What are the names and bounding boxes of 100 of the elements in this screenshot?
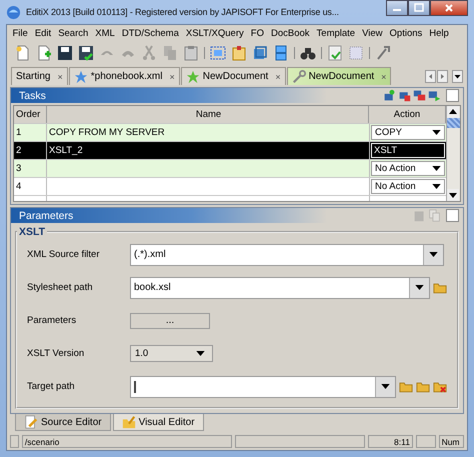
tab-label: *phonebook.xml bbox=[90, 71, 162, 82]
maximize-button[interactable] bbox=[408, 0, 430, 16]
document-tab[interactable]: Starting × bbox=[11, 67, 68, 86]
save-all-icon[interactable] bbox=[78, 45, 94, 62]
target-path-combo[interactable] bbox=[130, 376, 396, 398]
run-task-icon[interactable] bbox=[428, 89, 441, 102]
scroll-right-button[interactable] bbox=[437, 70, 448, 83]
new-file-icon[interactable] bbox=[15, 45, 31, 62]
folder-icon[interactable] bbox=[416, 380, 430, 394]
table-cell: 3 bbox=[14, 160, 47, 178]
action-dropdown[interactable]: No Action bbox=[371, 161, 445, 176]
binoculars-icon[interactable] bbox=[300, 45, 316, 62]
scrollbar[interactable] bbox=[446, 106, 460, 202]
column-header[interactable]: Name bbox=[47, 106, 369, 124]
keyboard-mode: Num bbox=[438, 435, 464, 448]
menu-item[interactable]: XML bbox=[92, 28, 118, 39]
action-field[interactable]: XSLT bbox=[371, 143, 445, 158]
close-button[interactable] bbox=[430, 0, 468, 16]
add-file-icon[interactable] bbox=[36, 45, 52, 62]
tab-close-button[interactable]: × bbox=[275, 72, 281, 82]
check-icon[interactable] bbox=[327, 45, 343, 62]
scroll-down-icon[interactable] bbox=[447, 189, 459, 202]
table-cell: 4 bbox=[14, 178, 47, 196]
table-cell: 2 bbox=[14, 142, 47, 160]
menu-item[interactable]: View bbox=[358, 28, 386, 39]
group-title: XSLT bbox=[18, 226, 46, 238]
field-label: XSLT Version bbox=[27, 348, 86, 360]
field-label: XML Source filter bbox=[27, 249, 101, 260]
wrench-icon bbox=[292, 70, 306, 84]
folder-icon[interactable] bbox=[433, 281, 447, 294]
task-row[interactable]: 1 COPY FROM MY SERVER COPY bbox=[14, 124, 446, 142]
menu-item[interactable]: Search bbox=[54, 28, 92, 39]
tab-label: Starting bbox=[16, 71, 50, 82]
note-icon[interactable] bbox=[231, 45, 247, 62]
menu-item[interactable]: XSLT/XQuery bbox=[182, 28, 248, 39]
table-cell: COPY FROM MY SERVER bbox=[47, 124, 370, 142]
wrench-icon[interactable] bbox=[375, 45, 391, 62]
scroll-left-button[interactable] bbox=[425, 70, 436, 83]
menu-item[interactable]: DTD/Schema bbox=[118, 28, 182, 39]
menu-item[interactable]: FO bbox=[247, 28, 268, 39]
paste-icon[interactable] bbox=[183, 45, 199, 62]
menu-item[interactable]: Help bbox=[426, 28, 452, 39]
maximize-icon bbox=[414, 3, 424, 13]
document-tab[interactable]: *phonebook.xml × bbox=[68, 67, 180, 86]
editor-tab[interactable]: Source Editor bbox=[15, 414, 111, 432]
tab-label: Source Editor bbox=[41, 416, 102, 428]
column-header[interactable]: Order bbox=[14, 106, 47, 124]
status-cell bbox=[416, 435, 436, 448]
version-dropdown[interactable]: 1.0 bbox=[130, 345, 213, 362]
task-row[interactable]: 3 No Action bbox=[14, 160, 446, 178]
menu-item[interactable]: Options bbox=[386, 28, 426, 39]
dropdown-arrow-icon bbox=[415, 285, 424, 290]
add-task-icon[interactable] bbox=[383, 89, 396, 102]
dropdown-arrow-icon bbox=[432, 166, 441, 172]
tab-close-button[interactable]: × bbox=[169, 72, 175, 82]
delete-folder-icon[interactable] bbox=[433, 380, 447, 394]
parameters-button[interactable]: ... bbox=[130, 312, 210, 329]
tab-close-button[interactable]: × bbox=[57, 72, 63, 82]
menu-item[interactable]: DocBook bbox=[267, 28, 314, 39]
table-cell: 1 bbox=[14, 124, 47, 142]
document-tab[interactable]: NewDocument × bbox=[286, 67, 392, 86]
dropdown-arrow-icon bbox=[196, 351, 205, 356]
task-row[interactable]: 4 No Action bbox=[14, 178, 446, 196]
minimize-button[interactable] bbox=[386, 0, 408, 16]
dropdown-arrow-icon bbox=[432, 130, 441, 136]
window-title: EditiX 2013 [Build 010113] - Registered version by JAPISOFT For Enterprise us... bbox=[26, 7, 340, 17]
move-task-icon[interactable] bbox=[413, 89, 426, 102]
maximize-panel-button[interactable] bbox=[446, 209, 459, 222]
tab-label: NewDocument bbox=[308, 71, 374, 82]
stylesheet-path-combo[interactable]: book.xsl bbox=[130, 276, 430, 299]
task-row[interactable]: 2 XSLT_2 XSLT bbox=[14, 142, 446, 160]
folder-icon[interactable] bbox=[399, 380, 413, 394]
panel-title: Tasks bbox=[19, 90, 46, 102]
star-icon bbox=[186, 70, 200, 84]
pencil-page-icon bbox=[24, 415, 38, 430]
tab-list-button[interactable] bbox=[452, 70, 463, 83]
dropdown-arrow-icon bbox=[381, 384, 390, 390]
clipboard-icon[interactable] bbox=[413, 209, 426, 222]
field-label: Parameters bbox=[27, 315, 78, 326]
action-dropdown[interactable]: No Action bbox=[371, 179, 445, 194]
document-tab[interactable]: NewDocument × bbox=[180, 67, 286, 86]
action-dropdown[interactable]: COPY bbox=[371, 125, 445, 140]
window-icon[interactable] bbox=[252, 45, 268, 62]
menu-item[interactable]: Template bbox=[313, 28, 359, 39]
field-label: Target path bbox=[27, 381, 76, 392]
close-icon bbox=[444, 3, 454, 13]
tab-close-button[interactable]: × bbox=[381, 72, 386, 82]
save-icon[interactable] bbox=[57, 45, 73, 62]
selection-icon[interactable] bbox=[210, 45, 226, 62]
scroll-up-icon[interactable] bbox=[447, 106, 459, 118]
dropdown-arrow-icon bbox=[429, 252, 438, 258]
folder-pencil-icon bbox=[122, 415, 136, 430]
table-cell: XSLT_2 bbox=[47, 142, 370, 160]
scroll-thumb[interactable] bbox=[447, 118, 460, 128]
split-icon[interactable] bbox=[273, 45, 289, 62]
source-filter-combo[interactable]: (.*).xml bbox=[130, 244, 444, 266]
menu-item[interactable]: Edit bbox=[31, 28, 55, 39]
grid-icon[interactable] bbox=[348, 45, 364, 62]
editor-tab[interactable]: Visual Editor bbox=[112, 414, 204, 432]
menu-item[interactable]: File bbox=[9, 28, 32, 39]
